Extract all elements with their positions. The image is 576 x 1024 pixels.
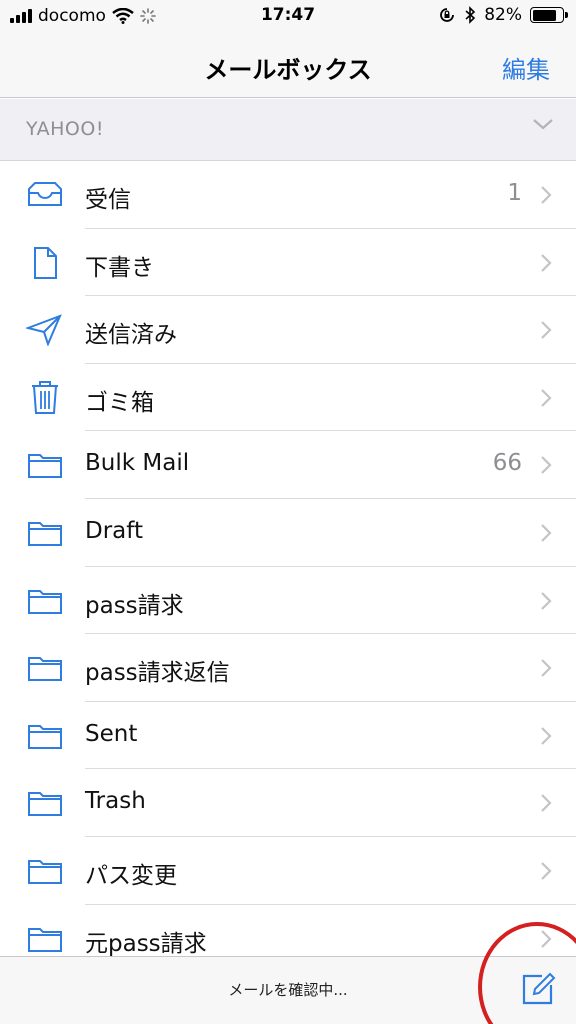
mailbox-label: 受信 [85, 187, 131, 213]
folder-icon [26, 449, 64, 481]
mailbox-label: Trash [85, 788, 146, 815]
folder-icon [26, 720, 64, 752]
account-section-header[interactable]: YAHOO! [0, 99, 576, 161]
chevron-right-icon [540, 591, 552, 615]
mailbox-label: ゴミ箱 [85, 389, 154, 416]
mailbox-row[interactable]: Sent [0, 702, 576, 770]
unread-count: 66 [492, 450, 522, 477]
status-bar: docomo 17:47 82% [0, 0, 576, 34]
folder-icon [26, 652, 64, 684]
chevron-right-icon [540, 320, 552, 344]
mailbox-label: 元pass請求 [85, 930, 207, 956]
mailbox-label: パス変更 [85, 862, 177, 889]
mailbox-list: 受信 1 下書き送信済みゴミ箱 Bulk Mail 66 Draft pass請求 pass請… [0, 161, 576, 956]
mailbox-row[interactable]: 送信済み [0, 296, 576, 364]
chevron-right-icon [540, 658, 552, 682]
mailbox-label: pass請求 [85, 592, 184, 619]
mailbox-label: pass請求返信 [85, 660, 230, 687]
battery-icon [530, 7, 568, 23]
mailbox-row[interactable]: パス変更 [0, 837, 576, 905]
chevron-right-icon [540, 455, 552, 479]
mailbox-row[interactable]: Bulk Mail 66 [0, 431, 576, 499]
folder-icon [26, 855, 64, 887]
mailbox-label: Bulk Mail [85, 450, 190, 477]
rotation-lock-icon [440, 8, 455, 22]
chevron-right-icon [540, 793, 552, 817]
battery-percent: 82% [484, 5, 522, 25]
mailbox-row[interactable]: 受信 1 [0, 161, 576, 229]
chevron-right-icon [540, 253, 552, 277]
account-name: YAHOO! [26, 118, 104, 140]
unread-count: 1 [507, 180, 522, 206]
mailbox-label: Sent [85, 720, 138, 747]
document-icon [26, 246, 64, 279]
mailbox-row[interactable]: Draft [0, 499, 576, 567]
folder-icon [26, 585, 64, 617]
mailbox-row[interactable]: ゴミ箱 [0, 364, 576, 432]
status-right: 82% [438, 5, 568, 25]
mailbox-row[interactable]: 下書き [0, 229, 576, 297]
page-title: メールボックス [204, 56, 372, 84]
inbox-icon [26, 179, 64, 211]
chevron-right-icon [540, 523, 552, 547]
mailbox-label: 送信済み [85, 322, 177, 349]
mailbox-label: Draft [85, 517, 143, 544]
navigation-bar: メールボックス 編集 [0, 34, 576, 98]
folder-icon [26, 787, 64, 819]
mailbox-row[interactable]: pass請求 [0, 567, 576, 635]
folder-icon [26, 517, 64, 549]
mailbox-row[interactable]: Trash [0, 769, 576, 837]
chevron-right-icon [540, 185, 552, 209]
chevron-down-icon[interactable] [532, 117, 554, 131]
edit-button[interactable]: 編集 [502, 50, 550, 85]
chevron-right-icon [540, 861, 552, 885]
folder-icon [26, 923, 64, 955]
paper-plane-icon [24, 314, 64, 347]
chevron-right-icon [540, 388, 552, 412]
trash-icon [26, 380, 64, 414]
mailbox-row[interactable]: pass請求返信 [0, 634, 576, 702]
bluetooth-icon [465, 6, 476, 24]
chevron-right-icon [540, 726, 552, 750]
mailbox-label: 下書き [85, 254, 154, 281]
